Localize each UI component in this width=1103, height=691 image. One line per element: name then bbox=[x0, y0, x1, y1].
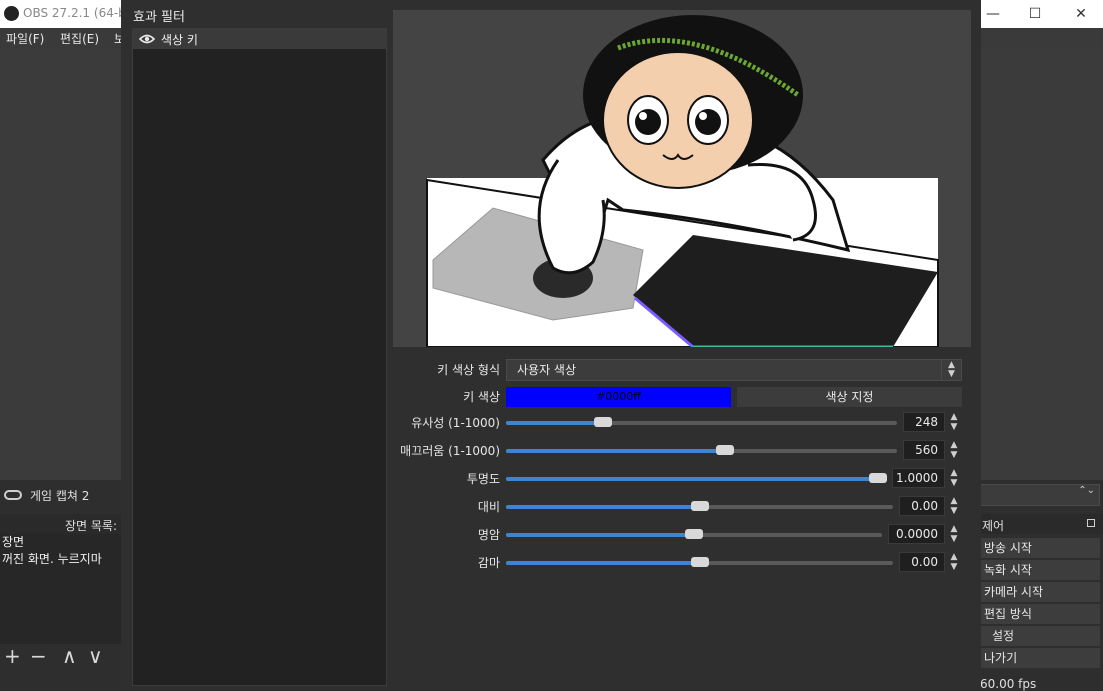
smoothness-spinbox[interactable]: 560 bbox=[903, 440, 945, 460]
similarity-spinbox[interactable]: 248 bbox=[903, 412, 945, 432]
opacity-spinbox[interactable]: 1.0000 bbox=[892, 468, 945, 488]
scene-list: 장면 꺼진 화면. 누르지마 bbox=[0, 534, 121, 644]
key-color-type-label: 키 색상 형식 bbox=[437, 363, 500, 377]
chevron-updown-icon: ▲ ▼ bbox=[941, 360, 961, 380]
eye-icon[interactable] bbox=[139, 34, 155, 44]
spin-arrows-icon[interactable]: ▲ ▼ bbox=[947, 440, 961, 460]
gamma-row: 감마 0.00 ▲ ▼ bbox=[0, 552, 1103, 574]
gamma-slider[interactable] bbox=[506, 557, 893, 567]
menu-file[interactable]: 파일(F) bbox=[6, 30, 44, 47]
brightness-label: 명암 bbox=[477, 528, 500, 542]
gamma-slider-handle[interactable] bbox=[690, 557, 709, 567]
contrast-slider[interactable] bbox=[506, 501, 893, 511]
brightness-slider[interactable] bbox=[506, 529, 882, 539]
remove-scene-button[interactable]: − bbox=[30, 646, 47, 666]
smoothness-row: 매끄러움 (1-1000) 560 ▲ ▼ bbox=[0, 440, 1103, 462]
window-title: OBS 27.2.1 (64-bi bbox=[23, 6, 130, 20]
fps-status: 60.00 fps bbox=[980, 677, 1037, 691]
opacity-slider[interactable] bbox=[506, 473, 887, 483]
close-button[interactable]: ✕ bbox=[1058, 0, 1103, 28]
key-color-type-value: 사용자 색상 bbox=[517, 363, 577, 377]
gamma-spinbox[interactable]: 0.00 bbox=[899, 552, 945, 572]
similarity-slider-handle[interactable] bbox=[593, 417, 612, 427]
move-down-button[interactable]: ∨ bbox=[88, 646, 103, 666]
spin-arrows-icon[interactable]: ▲ ▼ bbox=[947, 552, 961, 572]
spin-arrows-icon[interactable]: ▲ ▼ bbox=[947, 412, 961, 432]
similarity-label: 유사성 (1-1000) bbox=[411, 416, 500, 430]
filter-preview bbox=[393, 10, 971, 347]
brightness-slider-handle[interactable] bbox=[685, 529, 703, 539]
studio-mode-button[interactable]: 편집 방식 bbox=[980, 604, 1100, 624]
dialog-title: 효과 필터 bbox=[133, 10, 185, 25]
gamma-label: 감마 bbox=[477, 556, 500, 570]
contrast-slider-fill bbox=[506, 505, 700, 509]
smoothness-slider[interactable] bbox=[506, 445, 897, 455]
filter-item-color-key[interactable]: 색상 키 bbox=[133, 29, 386, 49]
key-color-type-row: 키 색상 형식 사용자 색상 ▲ ▼ bbox=[0, 359, 1103, 381]
obs-logo-icon bbox=[4, 6, 19, 21]
start-virtual-camera-button[interactable]: 카메라 시작 bbox=[980, 582, 1100, 602]
brightness-row: 명암 0.0000 ▲ ▼ bbox=[0, 524, 1103, 546]
opacity-label: 투명도 bbox=[466, 472, 500, 486]
brightness-slider-fill bbox=[506, 533, 694, 537]
similarity-slider[interactable] bbox=[506, 417, 897, 427]
preview-image bbox=[426, 15, 939, 347]
opacity-row: 투명도 1.0000 ▲ ▼ bbox=[0, 468, 1103, 490]
settings-button[interactable]: 설정 bbox=[980, 626, 1100, 646]
contrast-spinbox[interactable]: 0.00 bbox=[899, 496, 945, 516]
maximize-button[interactable]: ☐ bbox=[1012, 0, 1058, 28]
scene-toolbar: + − ∧ ∨ bbox=[0, 644, 121, 670]
key-color-row: 키 색상 #0000ff 색상 지정 bbox=[0, 386, 1103, 408]
contrast-slider-handle[interactable] bbox=[690, 501, 709, 511]
key-color-type-select[interactable]: 사용자 색상 ▲ ▼ bbox=[506, 359, 962, 381]
filter-item-label: 색상 키 bbox=[161, 32, 198, 47]
add-scene-button[interactable]: + bbox=[4, 646, 21, 666]
key-color-label: 키 색상 bbox=[463, 390, 500, 404]
exit-button[interactable]: 나가기 bbox=[980, 648, 1100, 668]
contrast-label: 대비 bbox=[477, 500, 500, 514]
move-up-button[interactable]: ∧ bbox=[62, 646, 77, 666]
menu-edit[interactable]: 편집(E) bbox=[60, 30, 99, 47]
key-color-swatch: #0000ff bbox=[506, 387, 731, 407]
filter-list bbox=[132, 28, 387, 686]
similarity-row: 유사성 (1-1000) 248 ▲ ▼ bbox=[0, 412, 1103, 434]
spin-arrows-icon[interactable]: ▲ ▼ bbox=[947, 496, 961, 516]
similarity-slider-fill bbox=[506, 421, 603, 425]
gamma-slider-fill bbox=[506, 561, 700, 565]
opacity-slider-fill bbox=[506, 477, 887, 481]
spin-arrows-icon[interactable]: ▲ ▼ bbox=[947, 468, 961, 488]
contrast-row: 대비 0.00 ▲ ▼ bbox=[0, 496, 1103, 518]
smoothness-slider-handle[interactable] bbox=[715, 445, 734, 455]
select-color-button[interactable]: 색상 지정 bbox=[737, 387, 962, 407]
brightness-spinbox[interactable]: 0.0000 bbox=[888, 524, 945, 544]
opacity-slider-handle[interactable] bbox=[869, 473, 887, 483]
spin-arrows-icon[interactable]: ▲ ▼ bbox=[947, 524, 961, 544]
smoothness-slider-fill bbox=[506, 449, 725, 453]
smoothness-label: 매끄러움 (1-1000) bbox=[400, 444, 500, 458]
